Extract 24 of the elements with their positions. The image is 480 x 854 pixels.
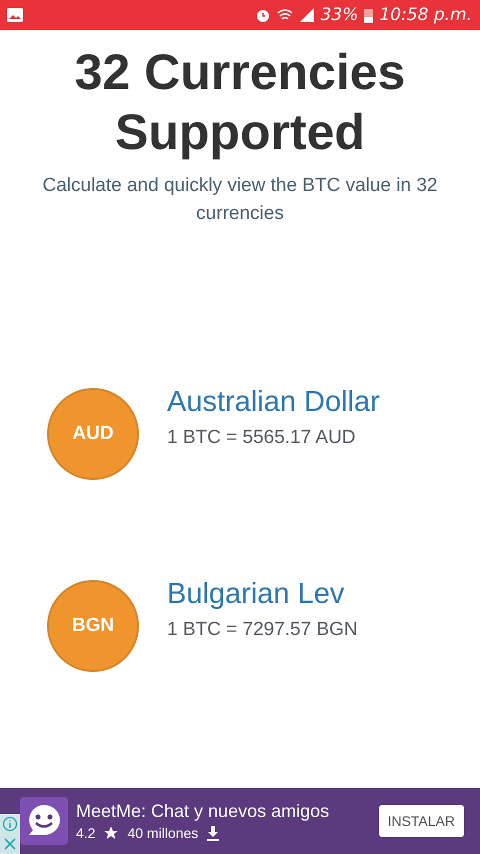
page-subtitle: Calculate and quickly view the BTC value in 32 currencies — [42, 174, 438, 226]
exchange-rate: 1 BTC = 5565.17 AUD — [167, 427, 357, 449]
app-rating: 4.2 — [76, 825, 96, 841]
download-icon — [206, 825, 220, 841]
signal-icon — [298, 7, 315, 23]
currency-code-badge: AUD — [47, 388, 139, 480]
ad-title: MeetMe: Chat y nuevos amigos — [76, 801, 330, 822]
exchange-rate: 1 BTC = 7297.57 BGN — [167, 619, 358, 641]
star-icon — [103, 825, 120, 841]
currency-name: Bulgarian Lev — [167, 578, 346, 611]
clock-time: 10:58 p.m. — [379, 5, 472, 25]
currency-name: Australian Dollar — [167, 386, 380, 419]
info-icon[interactable] — [0, 814, 20, 834]
page-title: 32 Currencies Supported — [74, 43, 406, 162]
battery-icon — [364, 7, 374, 23]
close-icon[interactable] — [0, 834, 20, 854]
install-button[interactable]: INSTALAR — [378, 805, 464, 837]
image-icon — [6, 7, 24, 23]
battery-percent: 33% — [320, 5, 358, 25]
app-logo-icon — [20, 797, 68, 845]
alarm-icon — [254, 7, 271, 23]
ad-banner[interactable]: MeetMe: Chat y nuevos amigos 4.2 40 millones INSTALAR — [0, 788, 480, 854]
currency-code-badge: BGN — [47, 580, 139, 672]
install-count: 40 millones — [127, 825, 198, 841]
